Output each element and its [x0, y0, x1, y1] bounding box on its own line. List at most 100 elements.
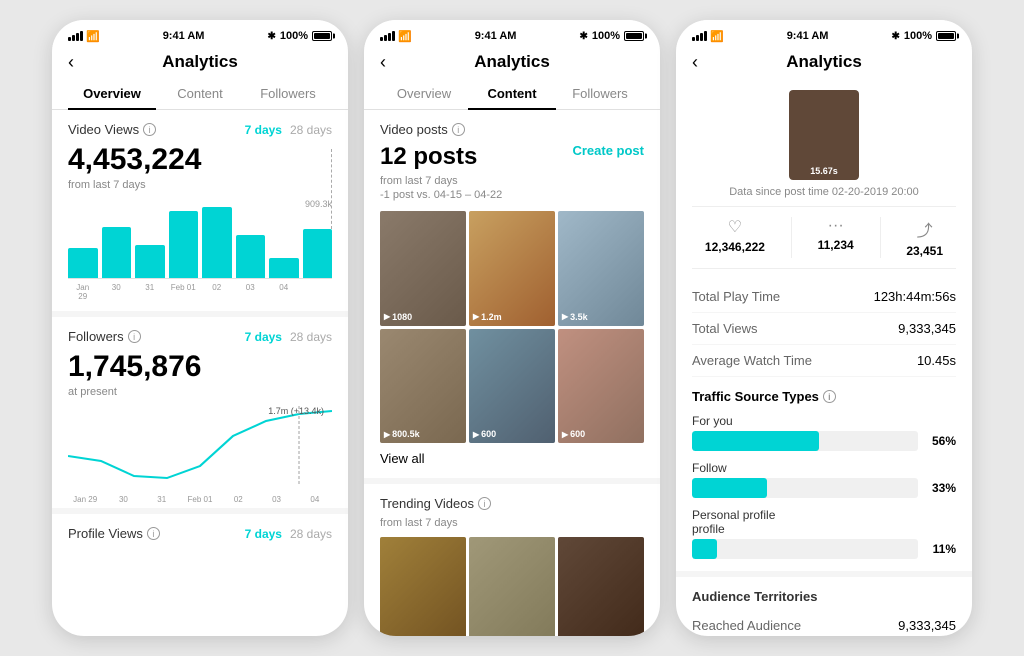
avg-watch-time-value: 10.45s [917, 353, 956, 368]
posts-header: 12 posts Create post [380, 143, 644, 171]
video-thumb-4[interactable]: ▶ 800.5k [380, 329, 466, 444]
video-thumb-2[interactable]: ▶ 1.2m [469, 211, 555, 326]
battery-icon-3 [936, 31, 956, 41]
stat-divider-2 [880, 217, 881, 258]
tabs-overview: Overview Content Followers [52, 78, 348, 110]
profile-views-info-icon[interactable]: i [147, 527, 160, 540]
page-title-1: Analytics [162, 52, 238, 72]
followers-number: 1,745,876 [68, 350, 332, 384]
trending-thumb-2[interactable] [469, 537, 555, 636]
page-title-2: Analytics [474, 52, 550, 72]
tab-content-1[interactable]: Content [156, 78, 244, 109]
followers-info-icon[interactable]: i [128, 330, 141, 343]
create-post-button[interactable]: Create post [572, 143, 644, 158]
bar-5 [202, 207, 232, 278]
back-button-3[interactable]: ‹ [692, 52, 698, 73]
traffic-label-profile: Personal profileprofile [692, 508, 956, 536]
video-date: Data since post time 02-20-2019 20:00 [729, 186, 919, 198]
divider-1 [52, 311, 348, 317]
video-thumb-5[interactable]: ▶ 600 [469, 329, 555, 444]
video-count-5: ▶ 600 [473, 429, 496, 439]
chart-annotation: 1.7m (+13.4k) [268, 406, 324, 416]
divider-2 [52, 508, 348, 514]
tab-followers-1[interactable]: Followers [244, 78, 332, 109]
divider-audience [676, 571, 972, 577]
tab-followers-2[interactable]: Followers [556, 78, 644, 109]
video-posts-title: Video posts i [380, 122, 465, 137]
trending-thumb-3[interactable] [558, 537, 644, 636]
reached-audience-row: Reached Audience 9,333,345 [692, 610, 956, 636]
bar-2 [102, 227, 132, 278]
view-all-button[interactable]: View all [380, 451, 644, 466]
status-left-2: 📶 [380, 30, 412, 43]
traffic-bar-fill-follow [692, 478, 767, 498]
traffic-info-icon[interactable]: i [823, 390, 836, 403]
video-preview[interactable]: 15.67s [789, 90, 859, 180]
bar-7 [269, 258, 299, 278]
followers-chart: 1.7m (+13.4k) Jan 29 30 31 Feb 01 02 03 … [68, 406, 332, 496]
label-31: 31 [135, 283, 165, 301]
bluetooth-icon-3: ✱ [891, 31, 899, 42]
trending-videos-title: Trending Videos i [380, 496, 491, 511]
time-display-1: 9:41 AM [163, 30, 205, 42]
total-play-time-row: Total Play Time 123h:44m:56s [692, 281, 956, 313]
tab-overview-2[interactable]: Overview [380, 78, 468, 109]
trending-thumb-1[interactable] [380, 537, 466, 636]
trending-info-icon[interactable]: i [478, 497, 491, 510]
signal-icon-2 [380, 31, 395, 41]
video-count-4: ▶ 800.5k [384, 429, 420, 439]
profile-views-header: Profile Views i 7 days 28 days [68, 526, 332, 541]
filter-28days-f[interactable]: 28 days [290, 330, 332, 344]
status-bar-1: 📶 9:41 AM ✱ 100% [52, 20, 348, 48]
phone-header-3: ‹ Analytics [676, 48, 972, 78]
phone-content-2: Video posts i 12 posts Create post from … [364, 110, 660, 636]
traffic-bar-bg-foryou [692, 431, 918, 451]
followers-svg [68, 406, 332, 486]
wifi-icon: 📶 [86, 30, 100, 43]
tab-overview-1[interactable]: Overview [68, 78, 156, 109]
video-thumb-3[interactable]: ▶ 3.5k [558, 211, 644, 326]
traffic-bar-bg-follow [692, 478, 918, 498]
video-thumb-6[interactable]: ▶ 600 [558, 329, 644, 444]
followers-subtext: at present [68, 386, 332, 398]
video-count-6: ▶ 600 [562, 429, 585, 439]
video-views-chart: 909.3k Jan29 30 31 Fe [68, 199, 332, 299]
ll-03: 03 [259, 495, 293, 504]
back-button-2[interactable]: ‹ [380, 52, 386, 73]
filter-7days-f[interactable]: 7 days [245, 330, 282, 344]
back-button-1[interactable]: ‹ [68, 52, 74, 73]
likes-value: 12,346,222 [705, 240, 765, 254]
traffic-bar-fill-profile [692, 539, 717, 559]
heart-icon: ♡ [728, 217, 742, 237]
filter-7days-vv[interactable]: 7 days [245, 123, 282, 137]
bar-3 [135, 245, 165, 278]
battery-pct-1: 100% [280, 30, 308, 42]
video-views-title: Video Views i [68, 122, 156, 137]
stats-row: ♡ 12,346,222 ··· 11,234 ⤴ 23,451 [692, 206, 956, 269]
chart-max-label: 909.3k [305, 199, 332, 209]
phone-overview: 📶 9:41 AM ✱ 100% ‹ Analytics Overview Co… [52, 20, 348, 636]
phone-header-1: ‹ Analytics [52, 48, 348, 78]
followers-time-filters: 7 days 28 days [245, 330, 332, 344]
phone-content-3: 15.67s Data since post time 02-20-2019 2… [676, 78, 972, 636]
status-left-1: 📶 [68, 30, 100, 43]
label-jan29: Jan29 [68, 283, 98, 301]
wifi-icon-3: 📶 [710, 30, 724, 43]
total-play-time-label: Total Play Time [692, 289, 780, 304]
video-thumb-1[interactable]: ▶ 1080 [380, 211, 466, 326]
video-duration: 15.67s [810, 166, 838, 176]
tab-content-2[interactable]: Content [468, 78, 556, 109]
trending-videos-header: Trending Videos i [380, 496, 644, 511]
video-count-3: ▶ 3.5k [562, 312, 588, 322]
ll-30: 30 [106, 495, 140, 504]
video-views-subtext: from last 7 days [68, 179, 332, 191]
video-views-info-icon[interactable]: i [143, 123, 156, 136]
ll-jan29: Jan 29 [68, 495, 102, 504]
filter-7days-pv[interactable]: 7 days [245, 527, 282, 541]
filter-28days-pv[interactable]: 28 days [290, 527, 332, 541]
phone-analytics-detail: 📶 9:41 AM ✱ 100% ‹ Analytics 15.67s Data… [676, 20, 972, 636]
filter-28days-vv[interactable]: 28 days [290, 123, 332, 137]
traffic-pct-foryou: 56% [926, 434, 956, 448]
label-02: 02 [202, 283, 232, 301]
video-posts-info-icon[interactable]: i [452, 123, 465, 136]
